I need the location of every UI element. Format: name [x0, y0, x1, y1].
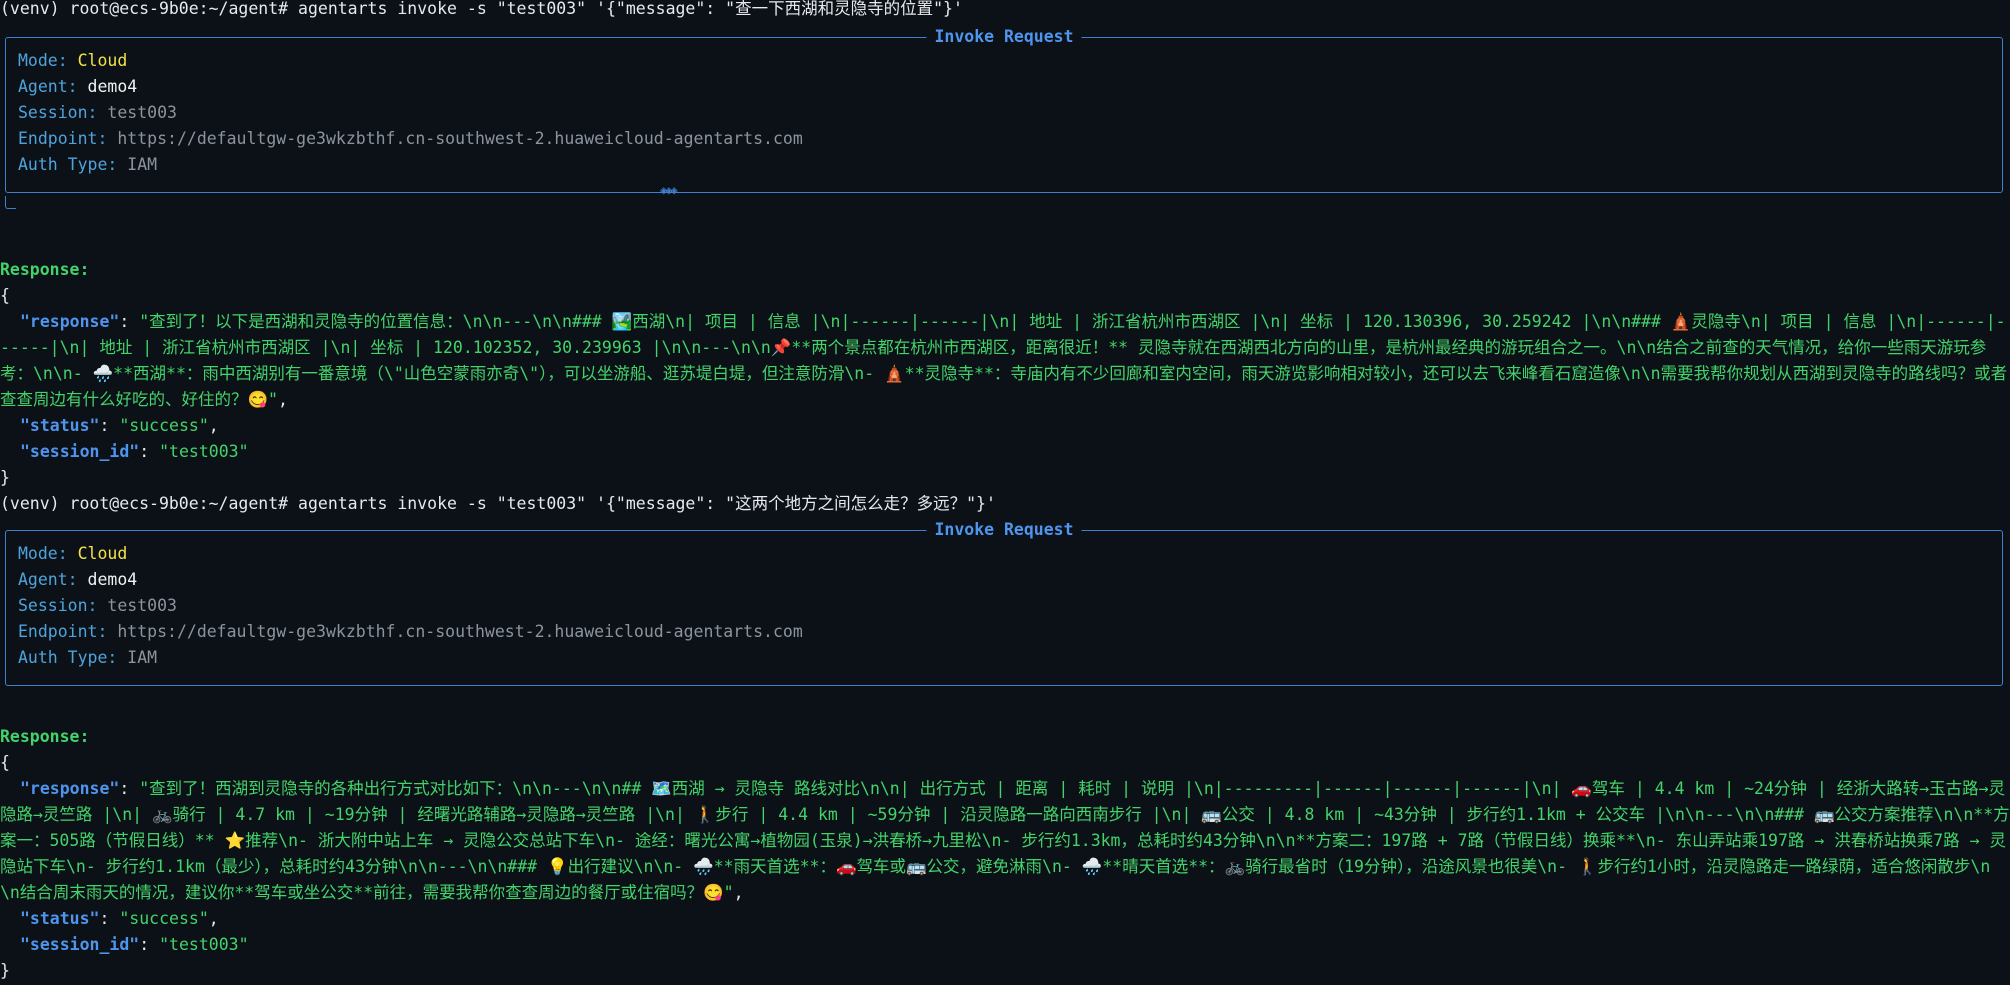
command-line-1: (venv) root@ecs-9b0e:~/agent# agentarts …	[0, 0, 963, 18]
session-id-key: "session_id"	[20, 935, 140, 954]
response-label-2: Response:	[0, 727, 90, 746]
json-open-brace-2: {	[0, 753, 10, 772]
session-id-row-2: "session_id": "test003"	[20, 935, 249, 954]
agent-row: Agent: demo4	[18, 567, 137, 593]
session-key: Session:	[18, 596, 98, 615]
session-value: test003	[107, 103, 177, 122]
json-close-brace-2: }	[0, 961, 10, 980]
session-id-value: "test003"	[159, 442, 249, 461]
auth-row: Auth Type: IAM	[18, 645, 157, 671]
response-label-1: Response:	[0, 260, 90, 279]
panel-title: Invoke Request	[926, 518, 1082, 542]
panel-tail	[5, 196, 16, 209]
session-row: Session: test003	[18, 593, 177, 619]
mode-row: Mode: Cloud	[18, 541, 127, 567]
session-id-key: "session_id"	[20, 442, 140, 461]
session-row: Session: test003	[18, 100, 177, 126]
status-key: "status"	[20, 416, 100, 435]
response-value-1: "查到了！以下是西湖和灵隐寺的位置信息：\n\n---\n\n### 🏞️西湖\…	[0, 312, 2008, 409]
response-value-2: "查到了！西湖到灵隐寺的各种出行方式对比如下：\n\n---\n\n## 🗺️西…	[0, 779, 2010, 902]
session-value: test003	[107, 596, 177, 615]
json-close-brace-1: }	[0, 468, 10, 487]
agent-key: Agent:	[18, 77, 78, 96]
endpoint-value: https://defaultgw-ge3wkzbthf.cn-southwes…	[117, 129, 803, 148]
auth-value: IAM	[127, 155, 158, 174]
auth-key: Auth Type:	[18, 648, 118, 667]
auth-key: Auth Type:	[18, 155, 118, 174]
mode-value: Cloud	[77, 51, 128, 70]
mode-key: Mode:	[18, 51, 68, 70]
status-row-1: "status": "success",	[20, 416, 219, 435]
agent-row: Agent: demo4	[18, 74, 137, 100]
agent-value: demo4	[87, 570, 138, 589]
endpoint-row: Endpoint: https://defaultgw-ge3wkzbthf.c…	[18, 126, 803, 152]
invoke-request-panel-2: Invoke Request Mode: Cloud Agent: demo4 …	[5, 518, 2003, 686]
status-value: "success"	[119, 909, 209, 928]
mode-key: Mode:	[18, 544, 68, 563]
session-key: Session:	[18, 103, 98, 122]
response-key: "response"	[20, 779, 120, 798]
auth-value: IAM	[127, 648, 158, 667]
invoke-request-panel-1: Invoke Request Mode: Cloud Agent: demo4 …	[5, 25, 2003, 193]
session-id-value: "test003"	[159, 935, 249, 954]
response-key: "response"	[20, 312, 120, 331]
endpoint-key: Endpoint:	[18, 622, 108, 641]
mode-value: Cloud	[77, 544, 128, 563]
endpoint-key: Endpoint:	[18, 129, 108, 148]
panel-title: Invoke Request	[926, 25, 1082, 49]
command-line-2: (venv) root@ecs-9b0e:~/agent# agentarts …	[0, 494, 996, 513]
auth-row: Auth Type: IAM	[18, 152, 157, 178]
agent-key: Agent:	[18, 570, 78, 589]
session-id-row-1: "session_id": "test003"	[20, 442, 249, 461]
response-text-2: "response": "查到了！西湖到灵隐寺的各种出行方式对比如下：\n\n-…	[0, 779, 2010, 902]
agent-value: demo4	[87, 77, 138, 96]
endpoint-value: https://defaultgw-ge3wkzbthf.cn-southwes…	[117, 622, 803, 641]
status-key: "status"	[20, 909, 100, 928]
resize-handle-icon[interactable]: ◈◈◈	[660, 183, 678, 197]
json-open-brace-1: {	[0, 286, 10, 305]
status-row-2: "status": "success",	[20, 909, 219, 928]
status-value: "success"	[119, 416, 209, 435]
mode-row: Mode: Cloud	[18, 48, 127, 74]
response-text-1: "response": "查到了！以下是西湖和灵隐寺的位置信息：\n\n---\…	[0, 312, 2008, 409]
endpoint-row: Endpoint: https://defaultgw-ge3wkzbthf.c…	[18, 619, 803, 645]
